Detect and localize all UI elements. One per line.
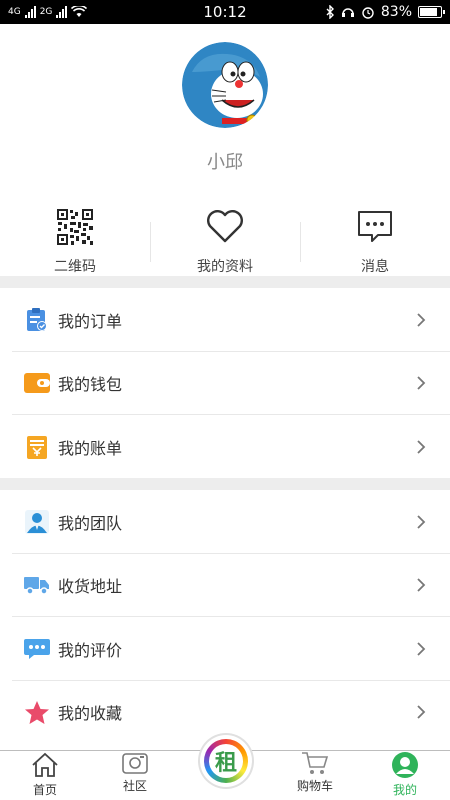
menu-group-2: 我的团队 收货地址 我的评价 我的收藏 [0, 490, 450, 744]
doraemon-avatar-icon [182, 42, 268, 128]
avatar[interactable] [182, 42, 268, 128]
menu-item-label: 我的订单 [58, 311, 123, 331]
rent-logo-icon: 租 [209, 744, 243, 778]
truck-icon [24, 572, 50, 598]
signal-icon [24, 6, 36, 18]
qr-code-icon [55, 208, 95, 246]
tab-me[interactable]: 我的 [360, 751, 450, 800]
quick-actions: 二维码 我的资料 消息 [0, 204, 450, 276]
chevron-right-icon [417, 642, 426, 656]
quick-action-label: 消息 [361, 259, 389, 275]
tab-label: 首页 [32, 783, 57, 797]
network-type-1: 4G [8, 7, 21, 17]
battery-icon [418, 6, 445, 18]
user-circle-icon [391, 751, 419, 779]
wifi-icon [71, 6, 88, 17]
status-time: 10:12 [203, 3, 247, 21]
tab-cart[interactable]: 购物车 [270, 751, 360, 800]
section-divider [0, 478, 450, 490]
message-icon [355, 208, 395, 246]
signal-icon-2 [56, 6, 68, 18]
wallet-icon [24, 370, 50, 396]
chevron-right-icon [417, 440, 426, 454]
chevron-right-icon [417, 578, 426, 592]
username: 小邱 [207, 152, 243, 173]
quick-action-profile[interactable]: 我的资料 [150, 204, 300, 276]
menu-item-label: 我的评价 [58, 640, 123, 660]
clipboard-check-icon [24, 307, 50, 333]
status-bar: 4G 2G 10:12 83% [0, 0, 450, 24]
camera-icon [121, 751, 149, 775]
cart-icon [301, 751, 329, 775]
menu-item-my-orders[interactable]: 我的订单 [0, 288, 450, 352]
menu-item-my-wallet[interactable]: 我的钱包 [0, 352, 450, 416]
chevron-right-icon [417, 313, 426, 327]
bluetooth-icon [326, 5, 334, 19]
menu-item-my-reviews[interactable]: 我的评价 [0, 617, 450, 681]
chevron-right-icon [417, 376, 426, 390]
menu-item-label: 我的收藏 [58, 704, 123, 724]
chevron-right-icon [417, 515, 426, 529]
quick-action-label: 二维码 [54, 259, 96, 275]
menu-item-label: 我的团队 [58, 513, 123, 533]
alarm-icon [362, 7, 374, 19]
comment-icon [24, 636, 50, 662]
home-icon [31, 751, 59, 779]
tab-home[interactable]: 首页 [0, 751, 90, 800]
chevron-right-icon [417, 705, 426, 719]
menu-item-my-bills[interactable]: 我的账单 [0, 415, 450, 479]
center-rent-button[interactable]: 租 [200, 735, 252, 787]
quick-action-label: 我的资料 [197, 259, 253, 275]
section-divider [0, 276, 450, 288]
menu-item-label: 我的钱包 [58, 375, 123, 395]
tab-label: 我的 [392, 783, 417, 797]
headset-icon [341, 8, 354, 17]
team-user-icon [24, 509, 50, 535]
tab-label: 社区 [122, 779, 147, 793]
menu-group-1: 我的订单 我的钱包 我的账单 [0, 288, 450, 479]
bill-icon [24, 434, 50, 460]
battery-percent: 83% [380, 4, 412, 20]
quick-action-messages[interactable]: 消息 [300, 204, 450, 276]
star-icon [24, 699, 50, 725]
menu-item-label: 我的账单 [58, 438, 123, 458]
profile-header: 小邱 [0, 24, 450, 204]
menu-item-label: 收货地址 [58, 577, 123, 597]
tab-community[interactable]: 社区 [90, 751, 180, 800]
signal-group: 4G 2G [8, 6, 88, 18]
tab-label: 购物车 [296, 779, 333, 793]
rent-logo-ring: 租 [204, 739, 248, 783]
status-right: 83% [325, 4, 445, 20]
menu-item-shipping-address[interactable]: 收货地址 [0, 554, 450, 618]
menu-item-my-team[interactable]: 我的团队 [0, 490, 450, 554]
heart-icon [205, 208, 245, 246]
quick-action-qr-code[interactable]: 二维码 [0, 204, 150, 276]
network-type-2: 2G [39, 7, 53, 17]
